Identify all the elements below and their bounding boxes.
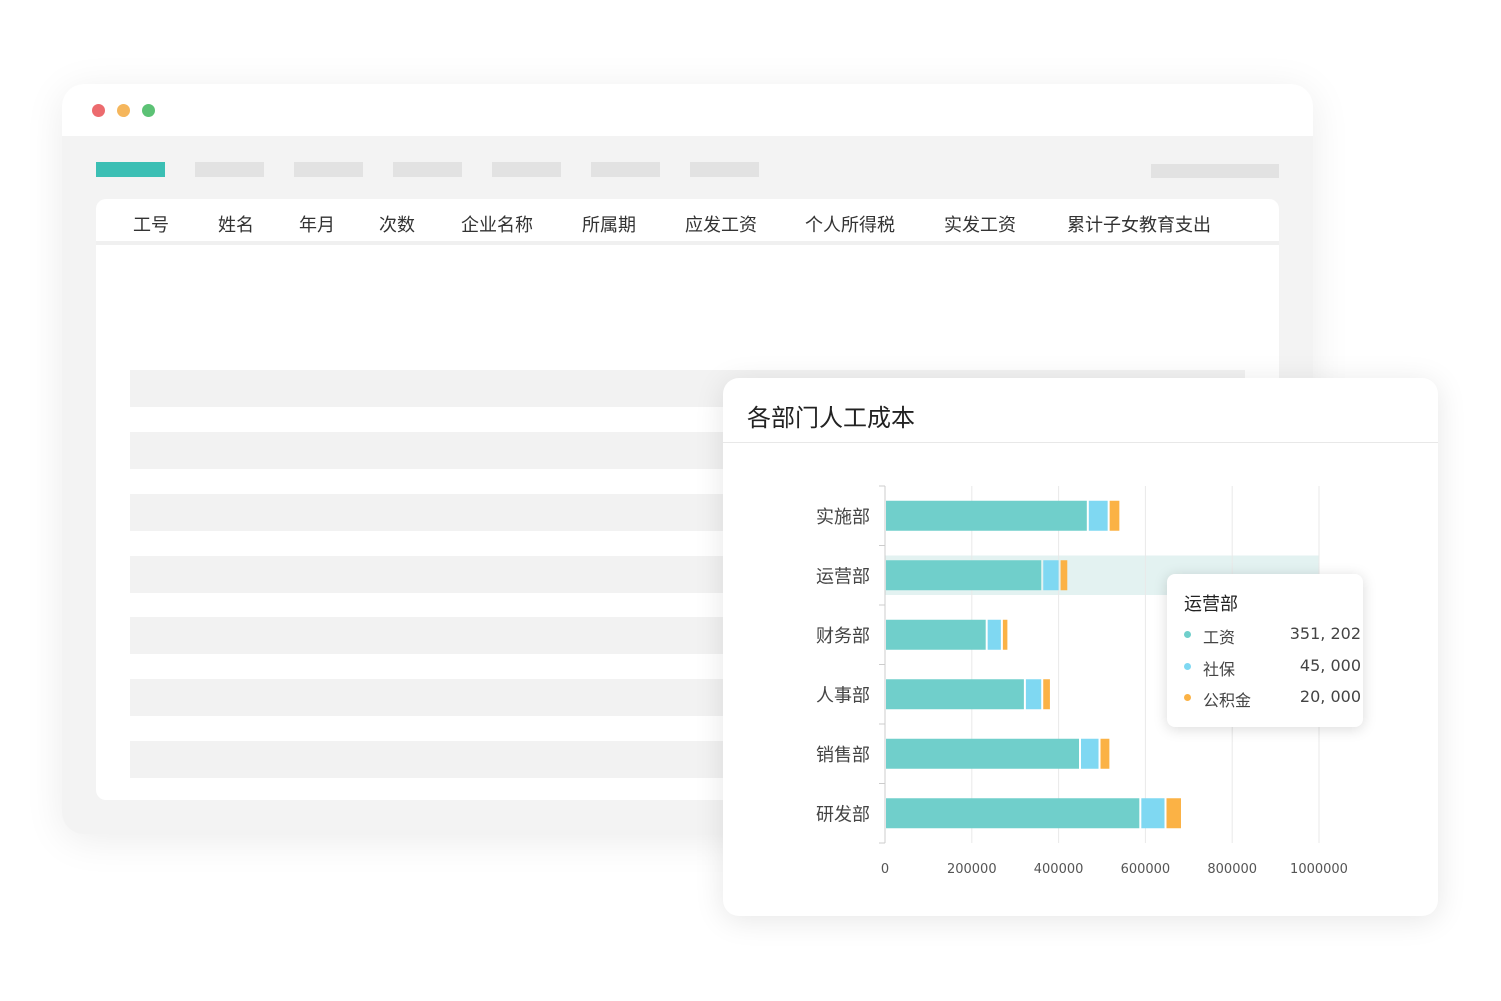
tab-placeholder[interactable] — [492, 162, 561, 177]
bar-segment — [886, 560, 1042, 591]
y-category-label: 财务部 — [816, 626, 870, 647]
y-category-label: 运营部 — [816, 566, 870, 587]
column-header-gross-pay[interactable]: 应发工资 — [685, 211, 757, 237]
tooltip-series-name: 社保 — [1203, 660, 1236, 679]
salary-legend-dot — [1184, 631, 1191, 638]
tooltip-series-value: 45, 000 — [1299, 656, 1361, 675]
column-header-name[interactable]: 姓名 — [218, 211, 254, 237]
close-window-dot[interactable] — [92, 104, 105, 117]
tooltip-series-value: 351, 202 — [1289, 624, 1361, 643]
bar-segment — [1025, 679, 1042, 710]
stage: 工号 姓名 年月 次数 企业名称 所属期 应发工资 个人所得税 实发工资 累计子… — [0, 0, 1501, 1001]
y-category-label: 销售部 — [816, 745, 870, 766]
column-header-company[interactable]: 企业名称 — [461, 211, 533, 237]
column-header-period[interactable]: 所属期 — [582, 211, 636, 237]
bar-segment — [1088, 500, 1108, 531]
bar-segment — [1166, 798, 1181, 829]
y-category-label: 人事部 — [816, 685, 870, 706]
bar-segment — [1060, 560, 1068, 591]
x-tick-label: 0 — [881, 862, 889, 877]
x-tick-label: 200000 — [947, 862, 997, 877]
y-category-label: 研发部 — [816, 804, 870, 825]
x-tick-label: 1000000 — [1290, 862, 1348, 877]
tooltip-row-housing-fund: 公积金 20, 000 — [1184, 687, 1361, 710]
tooltip-title: 运营部 — [1184, 594, 1238, 615]
minimize-window-dot[interactable] — [117, 104, 130, 117]
tooltip-row-social-security: 社保 45, 000 — [1184, 656, 1361, 679]
maximize-window-dot[interactable] — [142, 104, 155, 117]
tooltip-row-salary: 工资 351, 202 — [1184, 624, 1361, 647]
bar-segment — [1141, 798, 1165, 829]
tooltip-series-name: 公积金 — [1203, 691, 1252, 710]
housing-fund-legend-dot — [1184, 694, 1191, 701]
table-header: 工号 姓名 年月 次数 企业名称 所属期 应发工资 个人所得税 实发工资 累计子… — [96, 199, 1279, 245]
bar-segment — [886, 619, 986, 650]
tab-placeholder[interactable] — [591, 162, 660, 177]
window-titlebar — [62, 84, 1313, 136]
column-header-net-pay[interactable]: 实发工资 — [944, 211, 1016, 237]
bar-segment — [886, 738, 1079, 769]
x-tick-label: 600000 — [1121, 862, 1171, 877]
tooltip-series-name: 工资 — [1203, 628, 1236, 647]
chart-tooltip: 运营部 工资 351, 202 社保 45, 000 公积金 20, 000 — [1167, 574, 1363, 727]
bar-segment — [1100, 738, 1110, 769]
tooltip-series-value: 20, 000 — [1299, 687, 1361, 706]
search-bar-placeholder[interactable] — [1151, 164, 1279, 178]
tab-placeholder[interactable] — [195, 162, 264, 177]
bar-segment — [886, 679, 1024, 710]
column-header-employee-id[interactable]: 工号 — [133, 211, 169, 237]
bar-segment — [1109, 500, 1120, 531]
bar-segment — [886, 798, 1140, 829]
x-tick-label: 800000 — [1207, 862, 1257, 877]
bar-segment — [1080, 738, 1099, 769]
tab-active[interactable] — [96, 162, 165, 177]
column-header-year-month[interactable]: 年月 — [299, 211, 335, 237]
social-security-legend-dot — [1184, 663, 1191, 670]
bar-segment — [1043, 679, 1050, 710]
bar-segment — [886, 500, 1087, 531]
column-header-child-education[interactable]: 累计子女教育支出 — [1067, 211, 1211, 237]
y-category-label: 实施部 — [816, 507, 870, 528]
column-header-count[interactable]: 次数 — [379, 211, 415, 237]
tab-placeholder[interactable] — [393, 162, 462, 177]
x-tick-label: 400000 — [1034, 862, 1084, 877]
bar-segment — [987, 619, 1001, 650]
tab-placeholder[interactable] — [690, 162, 759, 177]
column-header-income-tax[interactable]: 个人所得税 — [805, 211, 895, 237]
bar-segment — [1002, 619, 1008, 650]
tab-placeholder[interactable] — [294, 162, 363, 177]
bar-segment — [1043, 560, 1059, 591]
